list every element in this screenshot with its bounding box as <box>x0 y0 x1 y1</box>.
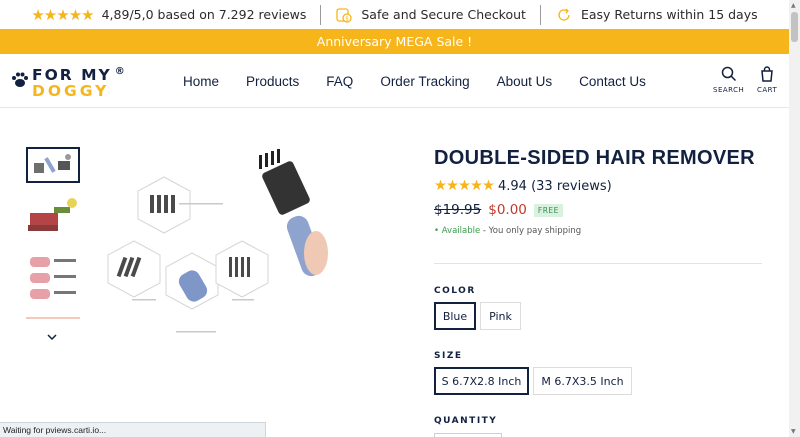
main-nav: Home Products FAQ Order Tracking About U… <box>183 54 673 108</box>
free-badge: FREE <box>533 203 563 217</box>
rating-stars-icon: ★★★★★ <box>31 5 94 24</box>
nav-contact[interactable]: Contact Us <box>579 74 646 89</box>
nav-faq[interactable]: FAQ <box>326 74 353 89</box>
review-count: (33 reviews) <box>531 178 612 194</box>
paw-icon <box>12 72 28 87</box>
browser-status-bar: Waiting for pviews.carti.io... <box>0 422 266 437</box>
rating-stars-icon: ★★★★★ <box>434 178 495 194</box>
logo-line2: DOGGY <box>32 82 110 100</box>
trust-secure: $ Safe and Secure Checkout <box>321 6 540 24</box>
site-logo[interactable]: FOR MY ® DOGGY <box>10 66 130 100</box>
cart-button[interactable]: CART <box>757 66 777 94</box>
availability: • Available - You only pay shipping <box>434 226 764 236</box>
cart-icon <box>761 66 773 82</box>
thumbnail-next-chevron-icon[interactable] <box>47 330 57 344</box>
availability-status: Available <box>441 226 481 236</box>
page-scrollbar[interactable]: ▲ ▼ <box>789 0 800 437</box>
size-option-s[interactable]: S 6.7X2.8 Inch <box>434 367 529 395</box>
search-icon <box>721 66 736 82</box>
quantity-label: QUANTITY <box>434 416 498 426</box>
thumbnail-4[interactable] <box>26 317 80 323</box>
price-block: $19.95 $0.00 FREE <box>434 202 764 218</box>
cart-label: CART <box>757 86 778 94</box>
secure-checkout-icon: $ <box>336 7 353 23</box>
trust-returns: Easy Returns within 15 days <box>541 6 772 24</box>
product-title: DOUBLE-SIDED HAIR REMOVER <box>434 147 755 169</box>
size-label: SIZE <box>434 351 463 361</box>
logo-registered-mark: ® <box>114 66 125 77</box>
site-header: FOR MY ® DOGGY Home Products FAQ Order Tr… <box>0 54 789 108</box>
trust-secure-text: Safe and Secure Checkout <box>361 7 526 22</box>
announcement-text: Anniversary MEGA Sale ! <box>316 34 473 49</box>
svg-text:$: $ <box>345 15 349 22</box>
trust-returns-text: Easy Returns within 15 days <box>580 7 758 22</box>
thumbnail-2[interactable] <box>26 195 80 241</box>
size-option-m[interactable]: M 6.7X3.5 Inch <box>533 367 632 395</box>
thumbnail-image <box>26 253 80 305</box>
thumbnail-1[interactable] <box>26 147 80 183</box>
thumbnail-3[interactable] <box>26 253 80 305</box>
announcement-bar[interactable]: Anniversary MEGA Sale ! <box>0 29 789 54</box>
color-option-blue[interactable]: Blue <box>434 302 476 330</box>
returns-icon <box>558 8 570 21</box>
availability-dot-icon: • <box>434 226 440 236</box>
nav-home[interactable]: Home <box>183 74 219 89</box>
color-label: COLOR <box>434 286 476 296</box>
product-image <box>104 145 344 335</box>
shipping-note: - You only pay shipping <box>480 226 582 236</box>
compare-price: $19.95 <box>434 202 482 218</box>
thumbnail-image <box>28 149 78 181</box>
product-rating[interactable]: ★★★★★ 4.94 (33 reviews) <box>434 178 764 194</box>
scroll-down-icon[interactable]: ▼ <box>791 428 796 435</box>
divider <box>434 263 762 264</box>
trust-rating-text: 4,89/5,0 based on 7.292 reviews <box>101 7 307 22</box>
search-button[interactable]: SEARCH <box>713 66 744 94</box>
main-product-image[interactable] <box>104 145 344 335</box>
rating-value: 4.94 <box>498 178 527 194</box>
thumbnail-image <box>26 195 80 241</box>
scrollbar-thumb[interactable] <box>791 12 798 42</box>
quantity-stepper[interactable] <box>434 433 502 437</box>
thumbnail-gallery <box>26 147 82 335</box>
color-option-pink[interactable]: Pink <box>480 302 521 330</box>
trust-rating: ★★★★★ 4,89/5,0 based on 7.292 reviews <box>17 6 320 24</box>
product-info: DOUBLE-SIDED HAIR REMOVER ★★★★★ 4.94 (33… <box>434 147 764 236</box>
search-label: SEARCH <box>713 86 745 94</box>
nav-order-tracking[interactable]: Order Tracking <box>380 74 469 89</box>
sale-price: $0.00 <box>488 202 527 218</box>
nav-products[interactable]: Products <box>246 74 299 89</box>
trust-bar: ★★★★★ 4,89/5,0 based on 7.292 reviews $ … <box>0 0 789 29</box>
scroll-up-icon[interactable]: ▲ <box>791 2 796 9</box>
nav-about[interactable]: About Us <box>497 74 553 89</box>
